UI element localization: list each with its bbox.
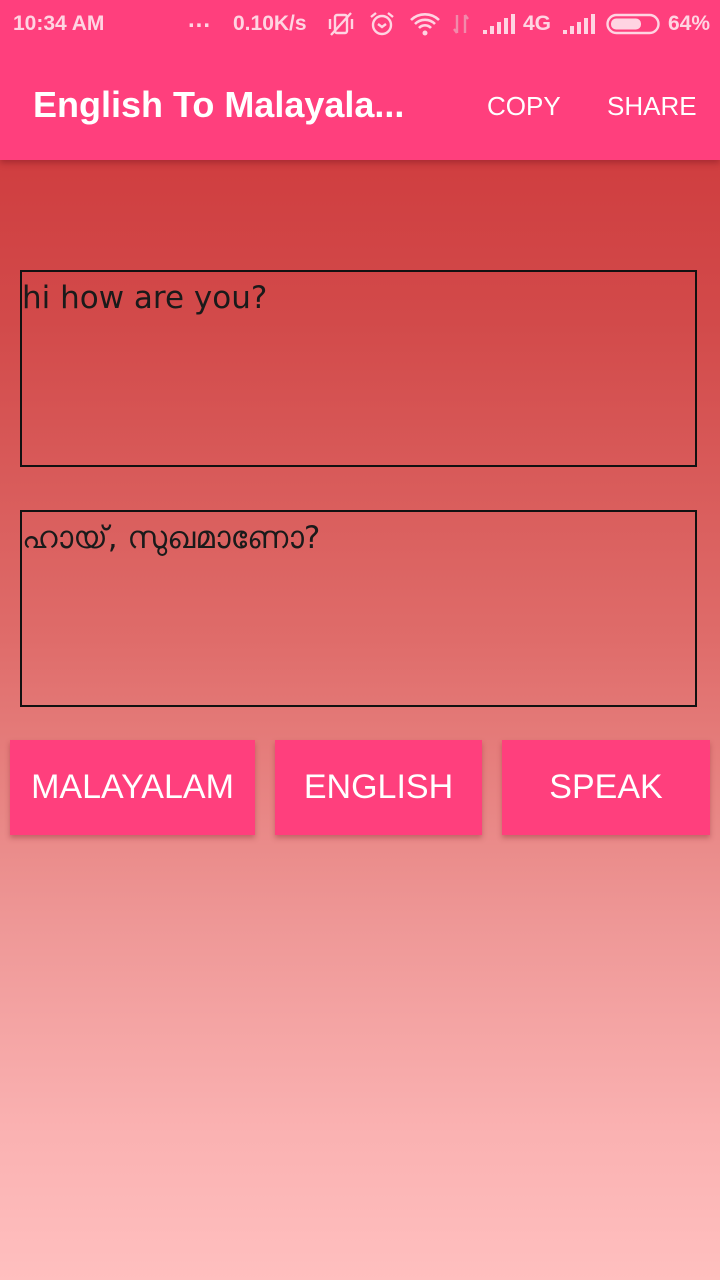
- status-bar: 10:34 AM ... 0.10K/s 4G 64%: [0, 0, 720, 50]
- notification-dots: ...: [188, 6, 212, 33]
- alarm-icon: [369, 11, 395, 43]
- app-bar: 10:34 AM ... 0.10K/s 4G 64% English To M…: [0, 0, 720, 160]
- network-type: 4G: [523, 12, 552, 35]
- malayalam-output[interactable]: ഹായ്, സുഖമാണോ?: [20, 510, 697, 707]
- english-input[interactable]: hi how are you?: [20, 270, 697, 467]
- wifi-icon: [409, 11, 441, 43]
- signal-icon-2: [562, 11, 596, 43]
- app-title: English To Malayala...: [33, 84, 405, 125]
- english-button[interactable]: ENGLISH: [275, 740, 482, 835]
- signal-icon: [482, 11, 516, 43]
- malayalam-button[interactable]: MALAYALAM: [10, 740, 255, 835]
- battery-icon: [606, 13, 660, 41]
- share-button[interactable]: SHARE: [607, 91, 697, 122]
- vibrate-off-icon: [327, 11, 355, 43]
- data-transfer-icon: [452, 11, 470, 43]
- network-speed: 0.10K/s: [233, 12, 307, 35]
- status-time: 10:34 AM: [13, 12, 105, 35]
- speak-button[interactable]: SPEAK: [502, 740, 710, 835]
- copy-button[interactable]: COPY: [487, 91, 561, 122]
- battery-percent: 64%: [668, 12, 711, 35]
